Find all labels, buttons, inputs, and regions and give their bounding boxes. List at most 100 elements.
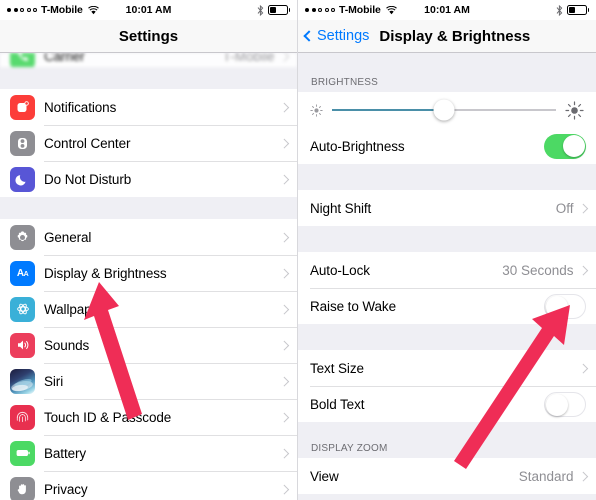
sidebar-item-do-not-disturb[interactable]: Do Not Disturb — [0, 161, 297, 197]
sidebar-item-privacy[interactable]: Privacy — [0, 471, 297, 500]
row-bold-text-label: Bold Text — [310, 396, 365, 412]
row-raise-to-wake-label: Raise to Wake — [310, 298, 396, 314]
section-header-brightness: BRIGHTNESS — [311, 77, 379, 88]
row-night-shift-value: Off — [555, 200, 574, 216]
bluetooth-icon — [257, 4, 263, 16]
chevron-right-icon — [279, 174, 289, 184]
row-carrier-value: T-Mobile — [222, 53, 275, 64]
left-phone-screen: T-Mobile 10:01 AM Settings Carrier T-Mob… — [0, 0, 298, 500]
gear-icon — [10, 224, 35, 250]
sidebar-item-label: Touch ID & Passcode — [44, 409, 172, 425]
row-auto-lock[interactable]: Auto-Lock 30 Seconds — [298, 252, 596, 288]
chevron-right-icon — [279, 102, 289, 112]
list-gap — [0, 67, 297, 89]
carrier-row-partial[interactable]: Carrier T-Mobile — [0, 53, 297, 67]
control-center-icon — [10, 130, 35, 156]
sidebar-item-siri[interactable]: Siri — [0, 363, 297, 399]
auto-brightness-toggle[interactable] — [544, 133, 586, 159]
settings-list-left[interactable]: Carrier T-Mobile Notifications Control C… — [0, 53, 297, 500]
row-bold-text[interactable]: Bold Text — [298, 386, 596, 422]
chevron-left-icon — [303, 30, 315, 42]
list-gap — [298, 324, 596, 350]
row-night-shift-label: Night Shift — [310, 200, 372, 216]
sidebar-item-label: Display & Brightness — [44, 265, 167, 281]
raise-to-wake-toggle[interactable] — [544, 293, 586, 319]
brightness-group: Auto-Brightness — [298, 92, 596, 164]
nav-bar-left: Settings — [0, 20, 297, 53]
battery-icon — [566, 5, 589, 15]
row-text-size[interactable]: Text Size — [298, 350, 596, 386]
sidebar-item-label: Battery — [44, 445, 87, 461]
signal-strength-icon — [7, 8, 37, 12]
phone-icon — [10, 53, 35, 67]
section-header-display-zoom: DISPLAY ZOOM — [311, 443, 388, 454]
display-brightness-icon: AA — [10, 260, 35, 286]
chevron-right-icon — [279, 304, 289, 314]
brightness-slider-knob[interactable] — [433, 99, 455, 121]
row-auto-brightness-label: Auto-Brightness — [310, 138, 405, 154]
sidebar-item-control-center[interactable]: Control Center — [0, 125, 297, 161]
list-gap — [298, 226, 596, 252]
row-carrier[interactable]: Carrier T-Mobile — [0, 53, 297, 67]
page-title: Display & Brightness — [379, 27, 531, 45]
sidebar-item-display-brightness[interactable]: AA Display & Brightness — [0, 255, 297, 291]
display-zoom-group: View Standard — [298, 458, 596, 494]
brightness-section-header-wrap: BRIGHTNESS — [298, 73, 596, 92]
sidebar-item-label: Notifications — [44, 99, 117, 115]
display-brightness-list[interactable]: BRIGHTNESS Auto-Brightness Night Shift O… — [298, 53, 596, 500]
chevron-right-icon — [578, 203, 588, 213]
carrier-label: T-Mobile — [41, 4, 83, 16]
row-night-shift[interactable]: Night Shift Off — [298, 190, 596, 226]
row-view[interactable]: View Standard — [298, 458, 596, 494]
row-auto-lock-label: Auto-Lock — [310, 262, 370, 278]
wifi-icon — [87, 5, 99, 14]
status-bar-signal-group: T-Mobile — [7, 4, 99, 16]
sidebar-item-battery[interactable]: Battery — [0, 435, 297, 471]
siri-icon — [10, 368, 35, 394]
list-gap — [298, 422, 596, 437]
chevron-right-icon — [279, 376, 289, 386]
bold-text-toggle[interactable] — [544, 391, 586, 417]
row-text-size-label: Text Size — [310, 360, 364, 376]
status-bar-signal-group: T-Mobile — [305, 4, 397, 16]
sidebar-item-general[interactable]: General — [0, 219, 297, 255]
wallpaper-icon — [10, 296, 35, 322]
sidebar-item-label: Wallpaper — [44, 301, 104, 317]
page-title: Settings — [118, 27, 179, 45]
touch-id-icon — [10, 404, 35, 430]
row-raise-to-wake[interactable]: Raise to Wake — [298, 288, 596, 324]
back-button-label: Settings — [317, 28, 370, 44]
notifications-icon — [10, 94, 35, 120]
sidebar-item-wallpaper[interactable]: Wallpaper — [0, 291, 297, 327]
row-auto-lock-value: 30 Seconds — [502, 262, 574, 278]
moon-icon — [10, 166, 35, 192]
status-bar-right: T-Mobile 10:01 AM — [298, 0, 596, 20]
display-zoom-footer: Choose a view for iPhone. Zoomed shows l… — [298, 494, 596, 500]
battery-settings-icon — [10, 440, 35, 466]
row-view-label: View — [310, 468, 339, 484]
chevron-right-icon — [279, 340, 289, 350]
right-phone-screen: T-Mobile 10:01 AM Settings Display & Bri… — [298, 0, 596, 500]
text-group: Text Size Bold Text — [298, 350, 596, 422]
sidebar-item-touch-id-passcode[interactable]: Touch ID & Passcode — [0, 399, 297, 435]
dual-screenshot-container: T-Mobile 10:01 AM Settings Carrier T-Mob… — [0, 0, 596, 500]
sidebar-item-label: Control Center — [44, 135, 131, 151]
sun-large-icon — [565, 100, 584, 120]
brightness-slider-fill — [332, 109, 444, 111]
back-button[interactable]: Settings — [303, 28, 370, 44]
sidebar-item-sounds[interactable]: Sounds — [0, 327, 297, 363]
bluetooth-icon — [556, 4, 562, 16]
wifi-icon — [385, 5, 397, 14]
chevron-right-icon — [279, 138, 289, 148]
brightness-slider-row[interactable] — [298, 92, 596, 128]
sidebar-item-label: Do Not Disturb — [44, 171, 132, 187]
sidebar-item-notifications[interactable]: Notifications — [0, 89, 297, 125]
sun-small-icon — [310, 103, 323, 117]
sidebar-item-label: Privacy — [44, 481, 88, 497]
brightness-slider-track[interactable] — [332, 99, 556, 121]
list-gap — [298, 164, 596, 190]
row-auto-brightness[interactable]: Auto-Brightness — [298, 128, 596, 164]
status-bar-right-group — [556, 4, 589, 16]
display-zoom-header-wrap: DISPLAY ZOOM — [298, 437, 596, 458]
chevron-right-icon — [578, 265, 588, 275]
